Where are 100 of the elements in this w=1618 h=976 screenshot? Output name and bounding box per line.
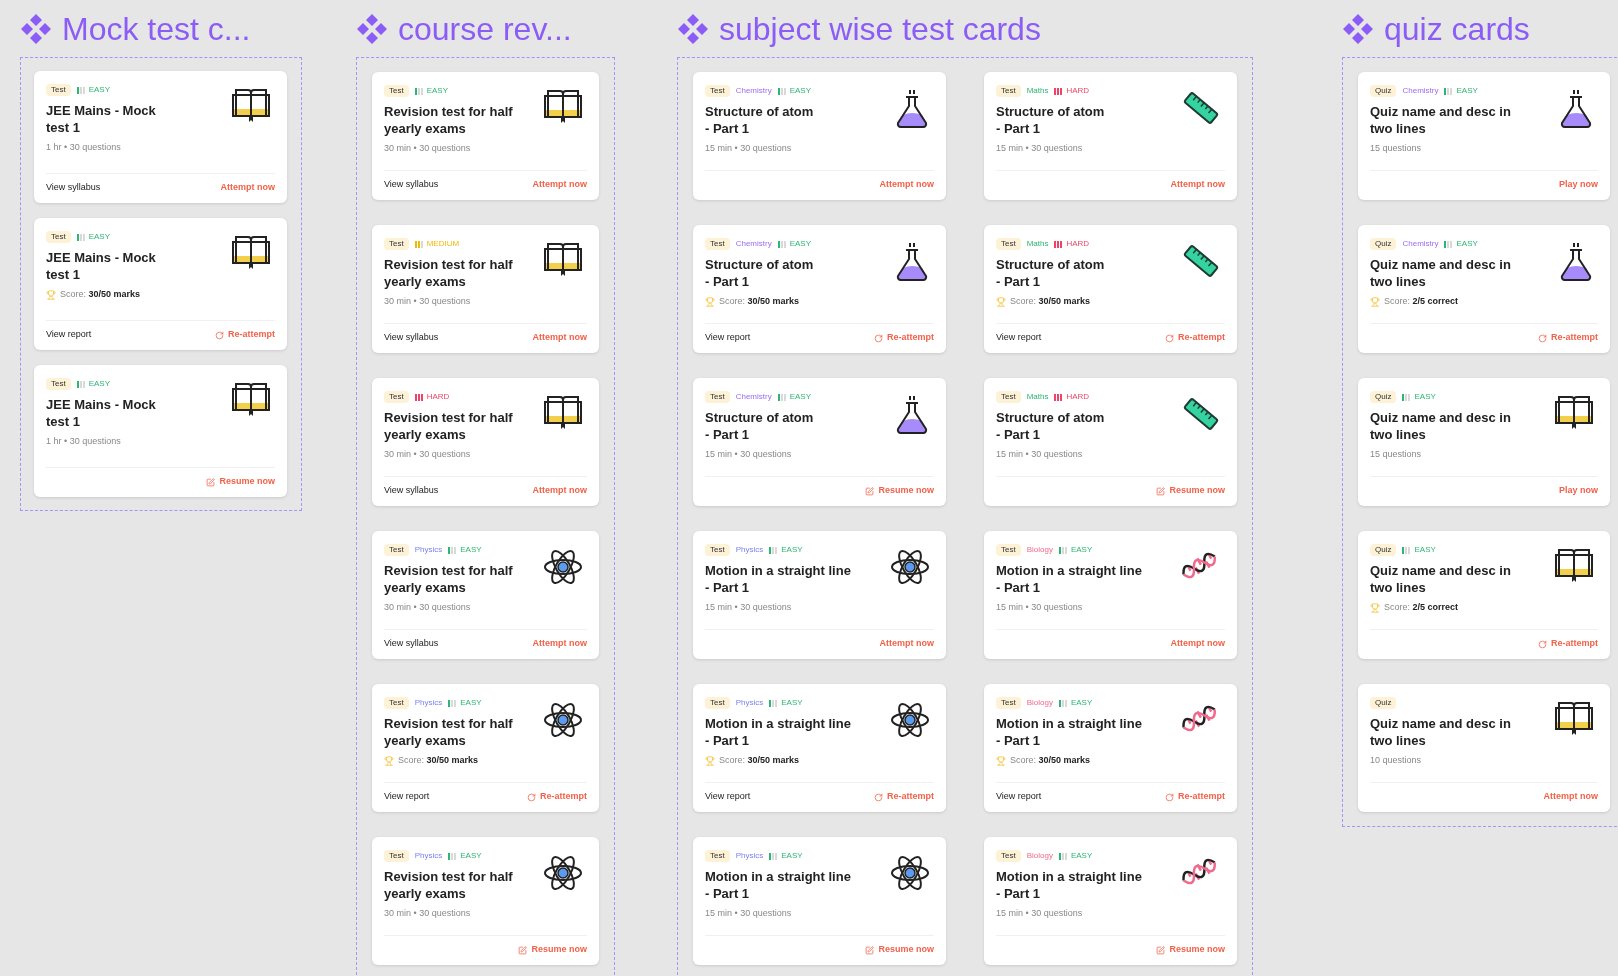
card-meta: 15 min • 30 questions bbox=[705, 448, 793, 461]
book-icon bbox=[543, 88, 583, 124]
card-link[interactable]: View syllabus bbox=[384, 331, 439, 345]
test-card[interactable]: Test EASY JEE Mains - Mock test 1 1 hr • 30 questions View syllabus Attempt now bbox=[34, 71, 287, 203]
card-meta: 15 min • 30 questions bbox=[996, 907, 1084, 920]
difficulty-label: EASY bbox=[1414, 392, 1436, 402]
card-meta: 15 min • 30 questions bbox=[996, 448, 1084, 461]
test-card[interactable]: Test EASY Revision test for half yearly exams 30 min • 30 questions View syllabus Attempt now bbox=[372, 72, 599, 200]
card-title: Quiz name and desc in two lines bbox=[1370, 562, 1511, 596]
atom-icon bbox=[543, 547, 583, 587]
trophy-icon bbox=[705, 296, 715, 307]
subject-label: Physics bbox=[414, 698, 443, 708]
retry-icon bbox=[1538, 639, 1547, 649]
difficulty-bars-icon bbox=[76, 86, 86, 94]
card-title: Structure of atom - Part 1 bbox=[705, 409, 814, 443]
test-card[interactable]: Test HARD Revision test for half yearly exams 30 min • 30 questions View syllabus Attempt now bbox=[372, 378, 599, 506]
edit-icon bbox=[1156, 486, 1166, 496]
type-tag: Test bbox=[705, 544, 730, 556]
card-link[interactable]: View report bbox=[46, 328, 92, 342]
subject-label: Biology bbox=[1026, 545, 1053, 555]
test-card[interactable]: Test Physics EASY Revision test for half yearly exams Score: 30/50 marks View report Re-attempt bbox=[372, 684, 599, 812]
test-card[interactable]: Test Physics EASY Motion in a straight line - Part 1 15 min • 30 questions Attempt now bbox=[693, 531, 946, 659]
card-title: Motion in a straight line - Part 1 bbox=[996, 868, 1142, 902]
card-meta: 1 hr • 30 questions bbox=[46, 435, 122, 448]
edit-icon bbox=[206, 477, 216, 487]
edit-icon bbox=[1156, 945, 1166, 955]
diamond-grid-icon bbox=[356, 12, 388, 45]
test-card[interactable]: Test Maths HARD Structure of atom - Part 1 Score: 30/50 marks View report Re-attempt bbox=[984, 225, 1237, 353]
test-card[interactable]: Quiz EASY Quiz name and desc in two lines Score: 2/5 correct Re-attempt bbox=[1358, 531, 1610, 659]
card-link[interactable]: View report bbox=[384, 790, 430, 804]
atom-icon bbox=[543, 853, 583, 893]
subject-label: Physics bbox=[735, 698, 764, 708]
test-card[interactable]: Test Biology EASY Motion in a straight line - Part 1 15 min • 30 questions Resume now bbox=[984, 837, 1237, 965]
difficulty-label: EASY bbox=[1456, 239, 1478, 249]
test-card[interactable]: Test MEDIUM Revision test for half yearly exams 30 min • 30 questions View syllabus Attempt now bbox=[372, 225, 599, 353]
type-tag: Test bbox=[705, 85, 730, 97]
book-icon bbox=[1554, 547, 1594, 583]
card-link[interactable]: View report bbox=[996, 790, 1042, 804]
card-link[interactable]: View syllabus bbox=[46, 181, 101, 195]
test-card[interactable]: Test Chemistry EASY Structure of atom - Part 1 Score: 30/50 marks View report Re-attempt bbox=[693, 225, 946, 353]
test-card[interactable]: Test EASY JEE Mains - Mock test 1 1 hr • 30 questions Resume now bbox=[34, 365, 287, 497]
card-link[interactable]: View report bbox=[996, 331, 1042, 345]
book-icon bbox=[543, 241, 583, 277]
test-card[interactable]: Test Maths HARD Structure of atom - Part 1 15 min • 30 questions Resume now bbox=[984, 378, 1237, 506]
book-icon bbox=[231, 381, 271, 417]
test-card[interactable]: Quiz Chemistry EASY Quiz name and desc in two lines Score: 2/5 correct Re-attempt bbox=[1358, 225, 1610, 353]
test-card[interactable]: Test Chemistry EASY Structure of atom - Part 1 15 min • 30 questions Attempt now bbox=[693, 72, 946, 200]
atom-icon bbox=[890, 547, 930, 587]
card-link[interactable]: View report bbox=[705, 790, 751, 804]
test-card[interactable]: Quiz EASY Quiz name and desc in two lines 15 questions Play now bbox=[1358, 378, 1610, 506]
score-text: Score: 2/5 correct bbox=[1384, 295, 1459, 308]
subject-label: Chemistry bbox=[735, 392, 772, 402]
difficulty-label: EASY bbox=[426, 86, 448, 96]
test-card[interactable]: Quiz Quiz name and desc in two lines 10 questions Attempt now bbox=[1358, 684, 1610, 812]
difficulty-label: EASY bbox=[88, 379, 110, 389]
difficulty-label: EASY bbox=[460, 545, 482, 555]
flask-icon bbox=[894, 88, 930, 130]
difficulty-bars-icon bbox=[414, 87, 424, 95]
flask-icon bbox=[1558, 241, 1594, 283]
card-meta: 15 min • 30 questions bbox=[705, 601, 793, 614]
test-card[interactable]: Test Chemistry EASY Structure of atom - Part 1 15 min • 30 questions Resume now bbox=[693, 378, 946, 506]
type-tag: Test bbox=[996, 238, 1021, 250]
difficulty-bars-icon bbox=[1444, 240, 1454, 248]
test-card[interactable]: Quiz Chemistry EASY Quiz name and desc in two lines 15 questions Play now bbox=[1358, 72, 1610, 200]
difficulty-bars-icon bbox=[1054, 240, 1064, 248]
difficulty-bars-icon bbox=[414, 240, 424, 248]
test-card[interactable]: Test Physics EASY Revision test for half yearly exams 30 min • 30 questions Resume now bbox=[372, 837, 599, 965]
test-card[interactable]: Test Maths HARD Structure of atom - Part 1 15 min • 30 questions Attempt now bbox=[984, 72, 1237, 200]
subject-label: Maths bbox=[1026, 239, 1049, 249]
test-card[interactable]: Test EASY JEE Mains - Mock test 1 Score: 30/50 marks View report Re-attempt bbox=[34, 218, 287, 350]
difficulty-label: HARD bbox=[1066, 392, 1090, 402]
difficulty-label: HARD bbox=[1066, 239, 1090, 249]
section-title: subject wise test cards bbox=[719, 9, 1041, 49]
test-card[interactable]: Test Biology EASY Motion in a straight line - Part 1 15 min • 30 questions Attempt now bbox=[984, 531, 1237, 659]
card-link[interactable]: View syllabus bbox=[384, 178, 439, 192]
difficulty-bars-icon bbox=[76, 380, 86, 388]
difficulty-bars-icon bbox=[1058, 852, 1068, 860]
card-title: JEE Mains - Mock test 1 bbox=[46, 102, 156, 136]
card-link[interactable]: View report bbox=[705, 331, 751, 345]
retry-icon bbox=[874, 333, 883, 343]
card-title: Motion in a straight line - Part 1 bbox=[996, 715, 1142, 749]
test-card[interactable]: Test Biology EASY Motion in a straight line - Part 1 Score: 30/50 marks View report Re-attempt bbox=[984, 684, 1237, 812]
type-tag: Test bbox=[384, 238, 409, 250]
card-title: Revision test for half yearly exams bbox=[384, 103, 513, 137]
test-card[interactable]: Test Physics EASY Revision test for half yearly exams 30 min • 30 questions View syllabus Attempt now bbox=[372, 531, 599, 659]
card-meta: 15 min • 30 questions bbox=[996, 142, 1084, 155]
difficulty-bars-icon bbox=[448, 852, 458, 860]
difficulty-label: EASY bbox=[460, 698, 482, 708]
card-link[interactable]: View syllabus bbox=[384, 637, 439, 651]
test-card[interactable]: Test Physics EASY Motion in a straight line - Part 1 Score: 30/50 marks View report Re-attempt bbox=[693, 684, 946, 812]
difficulty-label: EASY bbox=[789, 392, 812, 402]
card-link[interactable]: View syllabus bbox=[384, 484, 439, 498]
card-title: Structure of atom - Part 1 bbox=[996, 256, 1105, 290]
card-meta: 10 questions bbox=[1370, 754, 1423, 767]
difficulty-label: EASY bbox=[88, 232, 110, 242]
difficulty-bars-icon bbox=[1058, 546, 1068, 554]
difficulty-bars-icon bbox=[777, 393, 787, 401]
test-card[interactable]: Test Physics EASY Motion in a straight line - Part 1 15 min • 30 questions Resume now bbox=[693, 837, 946, 965]
retry-icon bbox=[1165, 333, 1174, 343]
atom-icon bbox=[890, 700, 930, 740]
